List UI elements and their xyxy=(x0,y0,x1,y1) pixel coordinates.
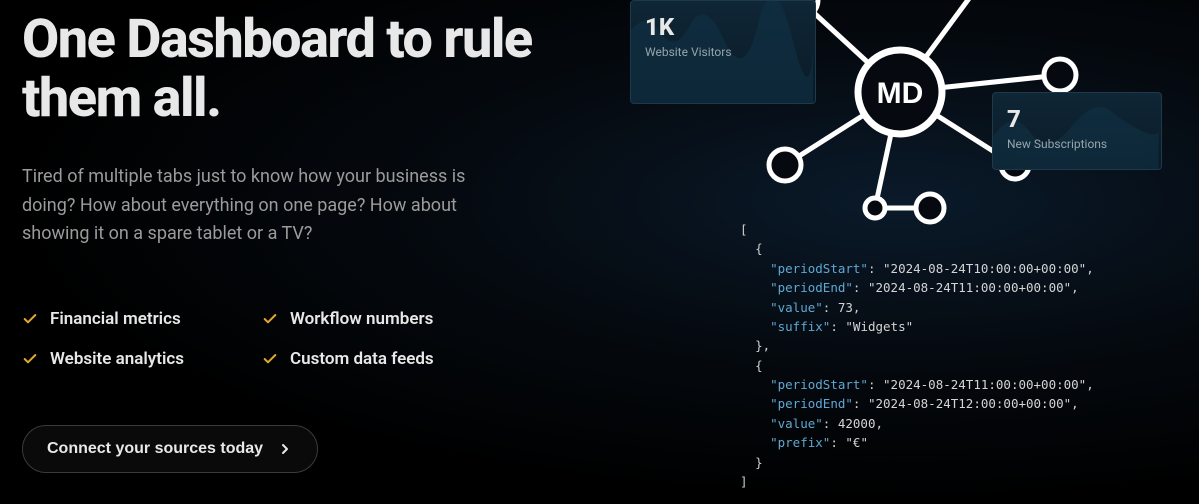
metric-card-subscriptions: 7 New Subscriptions xyxy=(992,92,1162,170)
metric-card-visitors: 1K Website Visitors xyxy=(630,0,816,104)
connect-sources-button[interactable]: Connect your sources today xyxy=(22,425,318,473)
code-sample: [ { "periodStart": "2024-08-24T10:00:00+… xyxy=(740,220,1120,491)
hub-center-label: MD xyxy=(877,77,924,110)
feature-item: Financial metrics xyxy=(22,309,262,329)
feature-list: Financial metrics Workflow numbers Websi… xyxy=(22,309,582,369)
hero-headline: One Dashboard to rule them all. xyxy=(22,10,582,129)
check-icon xyxy=(262,311,278,327)
check-icon xyxy=(22,311,38,327)
check-icon xyxy=(262,351,278,367)
hero-subtext: Tired of multiple tabs just to know how … xyxy=(22,163,492,249)
feature-label: Custom data feeds xyxy=(290,349,434,369)
check-icon xyxy=(22,351,38,367)
cta-label: Connect your sources today xyxy=(47,440,263,458)
chevron-right-icon xyxy=(277,441,293,457)
feature-item: Custom data feeds xyxy=(262,349,502,369)
feature-label: Financial metrics xyxy=(50,309,181,329)
metric-value: 1K xyxy=(645,13,801,41)
feature-item: Website analytics xyxy=(22,349,262,369)
metric-value: 7 xyxy=(1007,105,1147,133)
metric-label: New Subscriptions xyxy=(1007,137,1147,151)
metric-label: Website Visitors xyxy=(645,45,801,59)
feature-label: Workflow numbers xyxy=(290,309,433,329)
feature-item: Workflow numbers xyxy=(262,309,502,329)
feature-label: Website analytics xyxy=(50,349,184,369)
